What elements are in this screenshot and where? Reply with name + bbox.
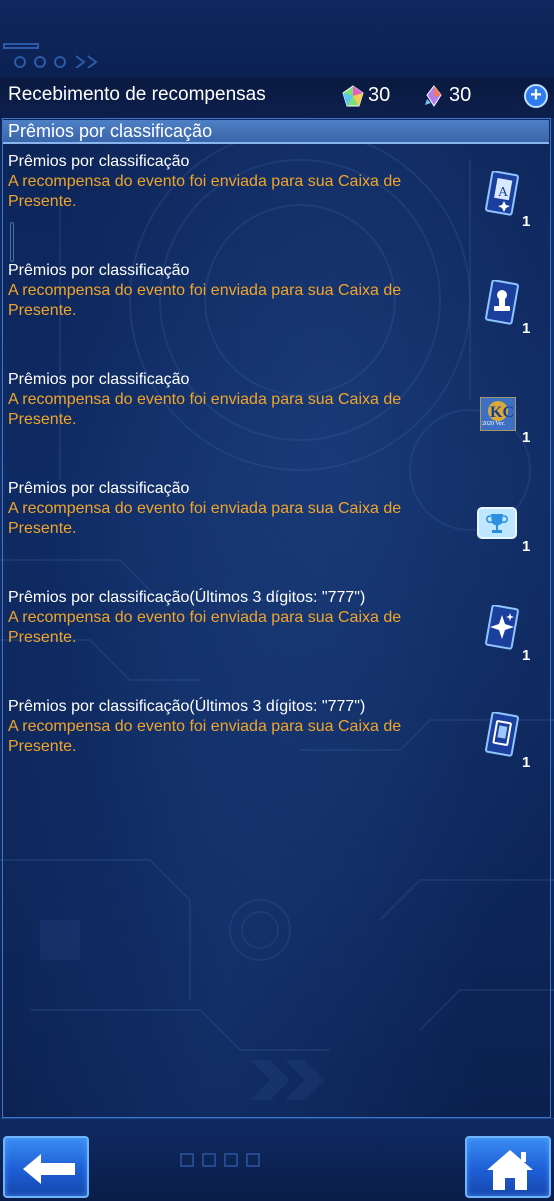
list-item[interactable]: Prêmios por classificação(Últimos 3 dígi… — [0, 698, 554, 798]
rainbow-gem-icon — [342, 84, 364, 106]
list-item[interactable]: Prêmios por classificação A recompensa d… — [0, 153, 554, 253]
item-quantity: 1 — [522, 538, 531, 555]
top-bar — [0, 0, 554, 79]
kc-2020-badge-icon: KC 2020 Ver. — [479, 396, 517, 432]
crystal-gem-icon — [425, 84, 442, 107]
list-item[interactable]: Prêmios por classificação A recompensa d… — [0, 262, 554, 362]
section-title: Prêmios por classificação — [8, 121, 213, 141]
item-quantity: 1 — [522, 213, 531, 230]
item-description: A recompensa do evento foi enviada para … — [8, 282, 402, 319]
decor-square — [180, 1153, 194, 1167]
currency-crystal-value: 30 — [449, 84, 472, 106]
card-stamp-icon — [485, 280, 519, 325]
list-item[interactable]: Prêmios por classificação(Últimos 3 dígi… — [0, 589, 554, 689]
add-currency-button[interactable]: + — [524, 84, 548, 108]
card-sparkle-icon — [485, 605, 519, 650]
card-a-icon: A — [485, 171, 519, 216]
item-title: Prêmios por classificação — [8, 262, 190, 279]
item-title: Prêmios por classificação(Últimos 3 dígi… — [8, 589, 366, 606]
item-description: A recompensa do evento foi enviada para … — [8, 500, 402, 537]
decor-square — [224, 1153, 238, 1167]
decor-square — [202, 1153, 216, 1167]
page-title: Recebimento de recompensas — [8, 84, 266, 105]
item-quantity: 1 — [522, 754, 531, 771]
back-button[interactable] — [3, 1136, 89, 1198]
item-description: A recompensa do evento foi enviada para … — [8, 391, 402, 428]
home-button[interactable] — [465, 1136, 551, 1198]
item-title: Prêmios por classificação — [8, 480, 190, 497]
currency-rainbow-value: 30 — [368, 84, 391, 106]
currency-crystal: 30 — [423, 84, 471, 107]
decor-square — [246, 1153, 260, 1167]
item-description: A recompensa do evento foi enviada para … — [8, 718, 402, 755]
item-quantity: 1 — [522, 429, 531, 446]
currency-rainbow: 30 — [342, 84, 390, 107]
svg-text:A: A — [498, 185, 509, 200]
item-description: A recompensa do evento foi enviada para … — [8, 173, 402, 210]
item-description: A recompensa do evento foi enviada para … — [8, 609, 402, 646]
bottom-decoration — [180, 1153, 260, 1167]
list-item[interactable]: Prêmios por classificação A recompensa d… — [0, 480, 554, 580]
item-title: Prêmios por classificação(Últimos 3 dígi… — [8, 698, 366, 715]
item-title: Prêmios por classificação — [8, 371, 190, 388]
item-quantity: 1 — [522, 647, 531, 664]
trophy-frame-icon — [477, 507, 517, 539]
home-icon — [487, 1150, 533, 1190]
kc-badge-text: 2020 Ver. — [482, 421, 505, 427]
svg-text:KC: KC — [490, 404, 514, 421]
card-sleeve-icon — [485, 712, 519, 757]
item-quantity: 1 — [522, 320, 531, 337]
item-title: Prêmios por classificação — [8, 153, 190, 170]
section-header: Prêmios por classificação — [3, 120, 549, 144]
list-item[interactable]: Prêmios por classificação A recompensa d… — [0, 371, 554, 471]
back-arrow-icon — [23, 1154, 75, 1184]
top-decoration — [3, 43, 98, 68]
